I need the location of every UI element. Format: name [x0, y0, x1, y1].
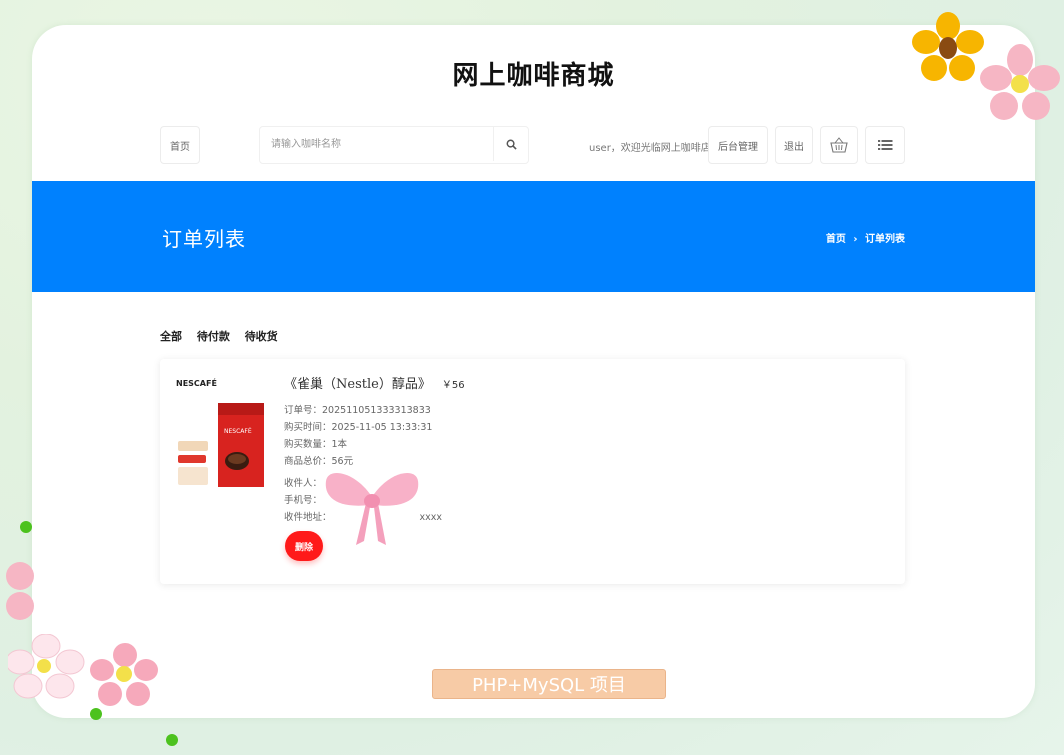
navbar: 首页 user，欢迎光临网上咖啡店 后台管理 退出	[32, 117, 1035, 182]
purchase-time: 2025-11-05 13:33:31	[331, 422, 433, 433]
basket-icon	[830, 137, 848, 153]
welcome-text: user，欢迎光临网上咖啡店	[589, 143, 711, 154]
tab-pending-receipt[interactable]: 待收货	[245, 330, 278, 343]
quantity: 1本	[331, 439, 348, 450]
brand-logo: NESCAFÉ	[176, 377, 217, 388]
menu-button[interactable]	[865, 126, 905, 164]
order-number-row: 订单号：202511051333313833	[284, 402, 465, 419]
quantity-row: 购买数量：1本	[284, 436, 465, 453]
breadcrumb: 首页 › 订单列表	[826, 230, 905, 245]
flower-pink-edge-icon	[6, 562, 34, 620]
purchase-time-row: 购买时间：2025-11-05 13:33:31	[284, 419, 465, 436]
page-title: 订单列表	[162, 227, 246, 251]
page-frame: 网上咖啡商城 首页 user，欢迎光临网上咖啡店 后台管理 退出	[32, 25, 1035, 718]
delete-button[interactable]: 删除	[285, 531, 323, 561]
flower-pink-small-icon	[90, 643, 158, 706]
order-card: NESCAFÉ NESCAFÉ 《雀巢（Nestle）醇品》 ￥56 订单号：2…	[160, 359, 905, 584]
search-input[interactable]	[260, 127, 492, 161]
breadcrumb-home-link[interactable]: 首页	[826, 230, 846, 245]
field-label: 手机号：	[284, 495, 323, 506]
tab-pending-payment[interactable]: 待付款	[197, 330, 230, 343]
logout-button[interactable]: 退出	[775, 126, 813, 164]
flower-pink-icon	[980, 44, 1060, 120]
flower-yellow-icon	[912, 12, 984, 81]
product-name[interactable]: 《雀巢（Nestle）醇品》	[284, 377, 431, 392]
list-icon	[877, 140, 892, 150]
project-badge: PHP+MySQL 项目	[432, 669, 666, 699]
nav-home-button[interactable]: 首页	[160, 126, 200, 164]
package-label: NESCAFÉ	[224, 427, 252, 435]
admin-button[interactable]: 后台管理	[708, 126, 768, 164]
green-dot-icon	[166, 734, 178, 746]
search-box	[259, 126, 529, 164]
search-button[interactable]	[493, 127, 528, 161]
flower-white-icon	[8, 634, 85, 699]
product-image[interactable]: NESCAFÉ NESCAFÉ	[174, 375, 270, 495]
page-banner: 订单列表 首页 › 订单列表	[32, 181, 1035, 292]
order-tabs: 全部 待付款 待收货	[160, 328, 289, 344]
green-dot-icon	[20, 521, 32, 533]
site-title: 网上咖啡商城	[452, 61, 615, 91]
order-number: 202511051333313833	[322, 405, 431, 416]
chevron-right-icon: ›	[853, 234, 858, 245]
field-label: 收件人：	[284, 478, 323, 489]
green-dot-icon	[90, 708, 102, 720]
tab-all[interactable]: 全部	[160, 330, 182, 343]
breadcrumb-current: 订单列表	[865, 234, 905, 245]
cart-button[interactable]	[820, 126, 858, 164]
product-price: ￥56	[441, 380, 465, 391]
search-icon	[506, 139, 517, 150]
bow-decoration-icon	[325, 473, 419, 545]
field-label: 购买数量：	[284, 439, 332, 450]
field-label: 订单号：	[284, 405, 323, 416]
field-label: 购买时间：	[284, 422, 332, 433]
